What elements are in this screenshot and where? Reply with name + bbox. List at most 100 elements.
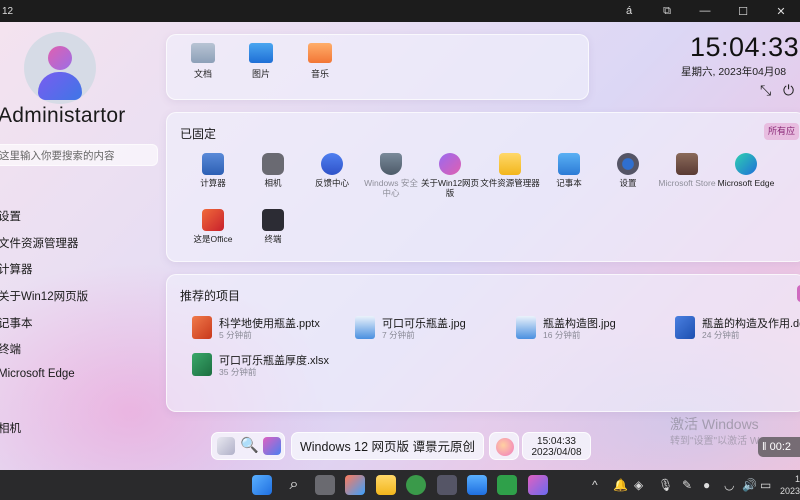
music-folder-icon — [308, 43, 332, 63]
file-explorer-taskbar-icon[interactable] — [376, 475, 396, 495]
avatar-head-icon — [48, 46, 72, 70]
quick-documents-label: 文档 — [193, 69, 212, 79]
pinned-app-settings[interactable]: 设置 — [598, 153, 658, 189]
browser-taskbar-icon[interactable] — [467, 475, 487, 495]
about-info-icon — [439, 153, 461, 175]
pinned-app-camera[interactable]: 相机 — [243, 153, 303, 189]
collapse-icon[interactable]: ⤡ — [760, 82, 771, 99]
maximize-button[interactable]: ☐ — [724, 0, 762, 22]
pinned-app-label: 终端 — [264, 234, 282, 244]
clock-time: 15:04:33 — [690, 32, 800, 62]
left-item-edge[interactable]: Microsoft Edge — [0, 368, 75, 380]
pinned-app-label: Windows 安全中心 — [364, 178, 418, 198]
clock-date: 星期六, 2023年04月08 — [681, 66, 787, 78]
activate-windows-hint: 转到"设置"以激活 W — [670, 436, 760, 447]
pinned-app-label: 文件资源管理器 — [480, 178, 540, 188]
dock-title: Windows 12 网页版 谭景元原创 — [291, 432, 484, 460]
pinned-app-label: 相机 — [264, 178, 282, 188]
pinned-app-label: 这是Office — [193, 234, 233, 244]
wifi-icon[interactable]: ◡ — [724, 470, 734, 500]
word-file-icon — [675, 316, 695, 339]
user-avatar[interactable] — [24, 32, 96, 104]
volume-icon[interactable]: 🔊 — [742, 470, 757, 500]
dock-clock-date: 2023/04/08 — [531, 447, 582, 458]
dock-widgets-icon[interactable] — [217, 437, 235, 455]
pinned-app-label: 计算器 — [200, 178, 226, 188]
battery-icon[interactable]: ▭ — [760, 470, 771, 500]
wechat-taskbar-icon[interactable] — [497, 475, 517, 495]
close-button[interactable]: ✕ — [762, 0, 800, 22]
pinned-app-about[interactable]: 关于Win12网页版 — [420, 153, 480, 198]
quick-music-label: 音乐 — [310, 69, 329, 79]
user-name: Administartor — [0, 104, 126, 127]
all-apps-button[interactable]: 所有应 — [763, 123, 799, 140]
window-title: 12 — [2, 5, 14, 17]
pinned-title: 已固定 — [180, 127, 217, 141]
vk-app-taskbar-icon[interactable] — [437, 475, 457, 495]
left-item-camera[interactable]: 相机 — [0, 420, 21, 436]
microsoft-store-icon — [676, 153, 698, 175]
microphone-icon[interactable]: 🎙 — [658, 470, 673, 500]
pinned-app-notepad[interactable]: 记事本 — [539, 153, 599, 189]
dock-theme-button[interactable] — [489, 432, 519, 460]
task-view-icon[interactable] — [315, 475, 335, 495]
pictures-folder-icon — [249, 43, 273, 63]
recent-file-time: 5 分钟前 — [219, 330, 252, 340]
pinned-app-label: Microsoft Store — [658, 178, 716, 188]
pinned-app-security[interactable]: Windows 安全中心 — [361, 153, 421, 198]
taskbar-clock-time: 1 — [794, 474, 800, 484]
activate-windows-title: 激活 Windows — [670, 416, 759, 432]
tray-app-icon[interactable]: ◈ — [634, 470, 643, 500]
quick-music[interactable]: 音乐 — [300, 43, 340, 80]
dock-copilot-icon[interactable] — [263, 437, 281, 455]
picture-in-picture-icon[interactable]: ⧉ — [648, 0, 686, 22]
store-taskbar-icon[interactable] — [345, 475, 365, 495]
pinned-app-terminal[interactable]: 终端 — [243, 209, 303, 245]
translate-icon[interactable]: á — [610, 0, 648, 22]
edge-browser-icon — [735, 153, 757, 175]
title-bar: 12 á ⧉ — ☐ ✕ — [0, 0, 800, 22]
left-item-file-explorer[interactable]: 文件资源管理器 — [0, 235, 79, 251]
green-app-taskbar-icon[interactable] — [406, 475, 426, 495]
documents-folder-icon — [191, 43, 215, 63]
pinned-app-calculator[interactable]: 计算器 — [183, 153, 243, 189]
notepad-icon — [558, 153, 580, 175]
dock-search-icon[interactable]: 🔍 — [240, 437, 259, 455]
left-item-settings[interactable]: 设置 — [0, 208, 21, 224]
left-item-about[interactable]: 关于Win12网页版 — [0, 288, 88, 304]
taskbar-search-icon[interactable]: ⌕ — [284, 475, 304, 495]
dock-clock[interactable]: 15:04:33 2023/04/08 — [522, 432, 591, 460]
quick-pictures[interactable]: 图片 — [241, 43, 281, 80]
pinned-panel: 已固定 所有应 计算器 相机 反馈中心 Windows 安全中心 关于Win12… — [166, 112, 800, 262]
quick-documents[interactable]: 文档 — [183, 43, 223, 80]
dock-app-group: 🔍 — [211, 432, 285, 460]
camera-icon — [262, 153, 284, 175]
powerpoint-file-icon — [192, 316, 212, 339]
windows-start-icon[interactable] — [252, 475, 272, 495]
pinned-app-label: 记事本 — [556, 178, 582, 188]
pinned-app-office[interactable]: 这是Office — [183, 209, 243, 245]
notification-bell-icon[interactable]: 🔔 — [613, 470, 628, 500]
start-menu-desktop: Administartor 这里输入你要搜索的内容 设置 文件资源管理器 计算器… — [0, 22, 800, 470]
left-item-notepad[interactable]: 记事本 — [0, 315, 33, 331]
taskbar-clock-date: 2023 — [779, 486, 800, 496]
taskbar-clock[interactable]: 1 2023 — [778, 473, 800, 497]
recent-file-time: 24 分钟前 — [702, 330, 740, 340]
search-input[interactable]: 这里输入你要搜索的内容 — [0, 144, 158, 166]
minimize-button[interactable]: — — [686, 0, 724, 22]
pinned-app-feedback[interactable]: 反馈中心 — [302, 153, 362, 189]
pinned-app-edge[interactable]: Microsoft Edge — [716, 153, 776, 189]
pinned-app-store[interactable]: Microsoft Store — [657, 153, 717, 189]
file-explorer-icon — [499, 153, 521, 175]
pen-icon[interactable]: ✎ — [682, 470, 692, 500]
tray-chevron-icon[interactable]: ^ — [592, 470, 598, 500]
pinned-app-file-explorer[interactable]: 文件资源管理器 — [480, 153, 540, 189]
left-item-calculator[interactable]: 计算器 — [0, 261, 33, 277]
wechat-tray-icon[interactable]: ● — [703, 470, 710, 500]
left-item-terminal[interactable]: 终端 — [0, 341, 21, 357]
win12-app-taskbar-icon[interactable] — [528, 475, 548, 495]
recent-file-time: 35 分钟前 — [219, 367, 257, 377]
image-file-icon — [516, 316, 536, 339]
power-icon[interactable]: ⏻ — [783, 82, 794, 99]
windows-security-icon — [380, 153, 402, 175]
